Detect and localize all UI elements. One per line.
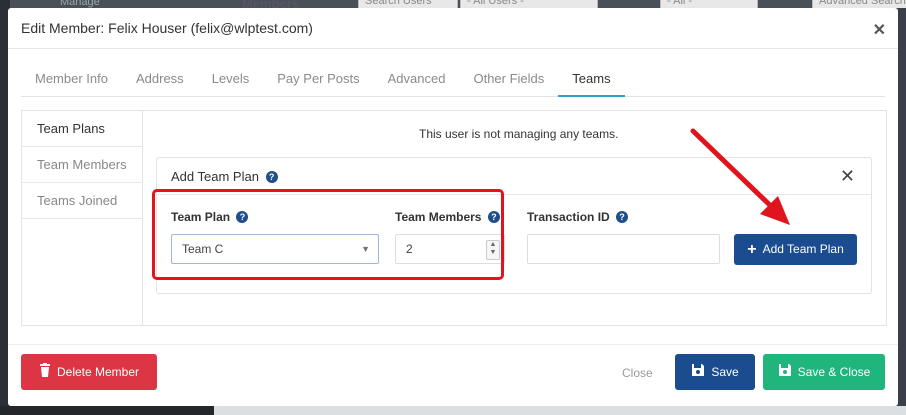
sidenav-item-team-members[interactable]: Team Members: [22, 147, 142, 183]
transaction-id-label: Transaction ID ?: [527, 210, 629, 224]
tab-teams[interactable]: Teams: [558, 66, 625, 97]
plus-icon: +: [747, 241, 757, 259]
app-background-content: [214, 406, 906, 415]
add-team-plan-header: Add Team Plan ? ✕: [157, 158, 871, 195]
add-team-plan-title: Add Team Plan ?: [171, 169, 278, 184]
team-members-value: 2: [406, 242, 413, 256]
sidenav-item-teams-joined[interactable]: Teams Joined: [22, 183, 142, 219]
add-team-plan-button[interactable]: + Add Team Plan: [734, 234, 857, 265]
modal-header: Edit Member: Felix Houser (felix@wlptest…: [8, 8, 898, 49]
tab-advanced[interactable]: Advanced: [374, 66, 460, 96]
floppy-disk-icon: [691, 355, 705, 391]
users-filter-select[interactable]: - All Users -: [460, 0, 598, 8]
team-plan-label-text: Team Plan: [171, 210, 231, 224]
chevron-down-icon: ▼: [361, 244, 370, 254]
floppy-disk-icon: [778, 355, 792, 391]
no-teams-notice: This user is not managing any teams.: [419, 127, 619, 141]
member-tabs: Member Info Address Levels Pay Per Posts…: [21, 66, 885, 97]
close-icon[interactable]: ✕: [840, 166, 855, 187]
transaction-id-label-text: Transaction ID: [527, 210, 610, 224]
modal-title: Edit Member: Felix Houser (felix@wlptest…: [21, 20, 313, 36]
save-and-close-label: Save & Close: [797, 365, 871, 379]
teams-panel: Team Plans Team Members Teams Joined Thi…: [21, 110, 887, 326]
nav-manage-label: Manage: [60, 0, 100, 8]
edit-member-modal: Edit Member: Felix Houser (felix@wlptest…: [8, 8, 898, 406]
team-members-stepper[interactable]: 2 ▲ ▼: [395, 234, 505, 264]
tab-pay-per-posts[interactable]: Pay Per Posts: [263, 66, 373, 96]
stepper-arrows-icon[interactable]: ▲ ▼: [486, 240, 500, 260]
page-title: Members: [242, 0, 300, 8]
team-plan-selected-value: Team C: [182, 242, 224, 256]
tab-address[interactable]: Address: [122, 66, 198, 96]
team-plan-select[interactable]: Team C ▼: [171, 234, 379, 264]
question-circle-icon[interactable]: ?: [487, 211, 500, 223]
team-plan-label: Team Plan ?: [171, 210, 249, 224]
add-team-plan-button-label: Add Team Plan: [762, 242, 844, 256]
delete-member-label: Delete Member: [56, 365, 140, 379]
tab-member-info[interactable]: Member Info: [21, 66, 122, 96]
question-circle-icon[interactable]: ?: [616, 211, 629, 223]
sidenav-item-team-plans[interactable]: Team Plans: [22, 111, 142, 147]
question-circle-icon[interactable]: ?: [236, 211, 249, 223]
close-icon[interactable]: ✕: [873, 20, 886, 40]
add-team-plan-card: Add Team Plan ? ✕ Team Plan ? Team C ▼ T…: [156, 157, 872, 294]
all-filter-select[interactable]: - All -: [660, 0, 758, 8]
tab-levels[interactable]: Levels: [198, 66, 264, 96]
team-members-label: Team Members ?: [395, 210, 500, 224]
close-button[interactable]: Close: [622, 366, 653, 380]
app-background-toolbar: Manage Members Search Users - All Users …: [0, 0, 906, 8]
search-users-input[interactable]: Search Users: [358, 0, 458, 8]
delete-member-button[interactable]: Delete Member: [21, 354, 157, 390]
save-and-close-button[interactable]: Save & Close: [763, 354, 885, 390]
question-circle-icon[interactable]: ?: [265, 171, 278, 183]
trash-icon: [39, 355, 51, 391]
transaction-id-input[interactable]: [527, 234, 720, 264]
save-button[interactable]: Save: [675, 354, 755, 390]
add-team-plan-title-text: Add Team Plan: [171, 169, 259, 184]
team-members-label-text: Team Members: [395, 210, 482, 224]
advanced-search-button[interactable]: Advanced Search: [812, 0, 906, 8]
save-button-label: Save: [711, 365, 739, 379]
modal-footer-divider: [8, 344, 898, 345]
tab-other-fields[interactable]: Other Fields: [459, 66, 558, 96]
teams-sidenav: Team Plans Team Members Teams Joined: [22, 111, 143, 325]
